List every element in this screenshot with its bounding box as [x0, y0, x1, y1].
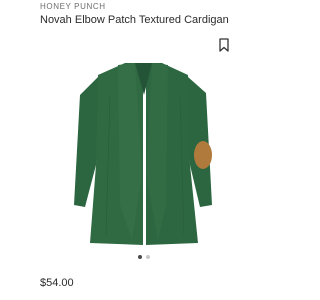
cardigan-image	[74, 63, 212, 245]
bookmark-icon	[219, 38, 229, 52]
carousel-dots	[138, 255, 150, 259]
product-brand: HONEY PUNCH	[40, 2, 106, 11]
product-price: $54.00	[40, 277, 74, 289]
carousel-dot[interactable]	[146, 255, 150, 259]
carousel-dot[interactable]	[138, 255, 142, 259]
product-image[interactable]	[40, 55, 260, 250]
bookmark-button[interactable]	[218, 38, 230, 52]
product-title: Novah Elbow Patch Textured Cardigan	[40, 14, 229, 26]
